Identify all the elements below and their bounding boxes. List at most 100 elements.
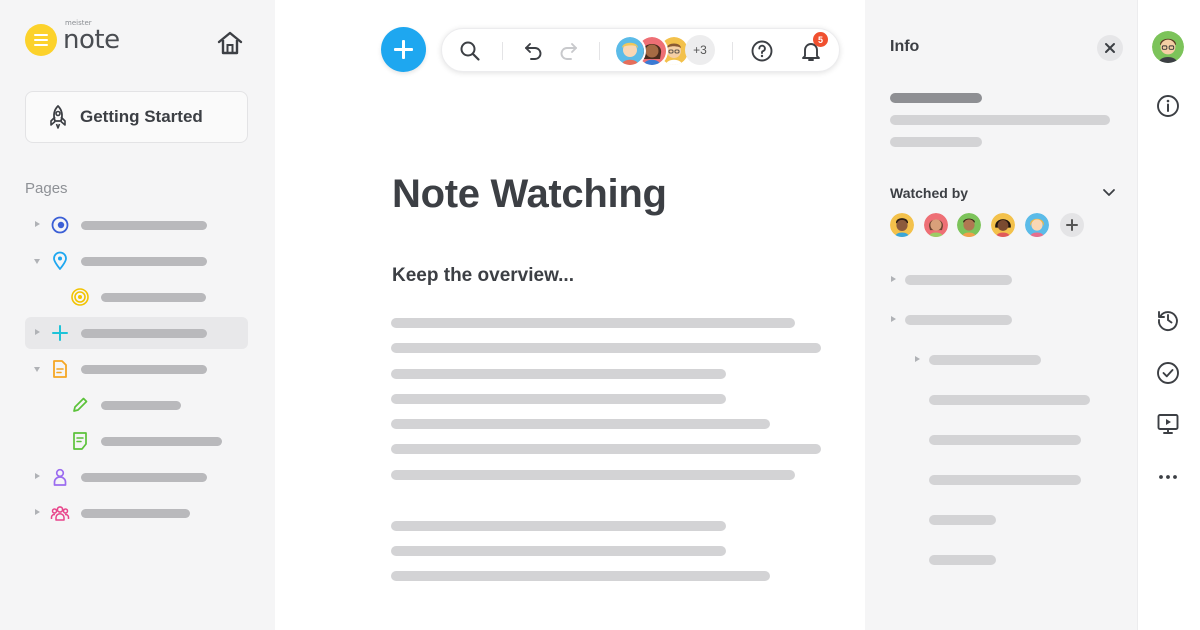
info-item-placeholder: [905, 275, 1012, 285]
chevron-down-icon[interactable]: [1101, 186, 1117, 198]
eye-icon: [51, 216, 69, 234]
info-icon[interactable]: [1155, 93, 1181, 119]
pages-heading: Pages: [25, 180, 68, 197]
add-button[interactable]: [381, 27, 426, 72]
main-content: [275, 0, 865, 630]
page-tree-item[interactable]: [25, 353, 248, 385]
page-title-placeholder: [101, 293, 206, 302]
watcher-avatar[interactable]: [924, 213, 948, 237]
person-icon: [53, 468, 67, 486]
page-title-placeholder: [101, 401, 181, 410]
text-line-placeholder: [391, 343, 821, 353]
page-title-placeholder: [81, 257, 207, 266]
page-tree-item[interactable]: [25, 497, 248, 529]
logo-wordmark: meister note: [63, 20, 120, 55]
page-tree-item[interactable]: [25, 389, 248, 421]
expand-arrow-icon[interactable]: [35, 221, 40, 227]
info-item-placeholder: [905, 315, 1012, 325]
close-icon: [1105, 43, 1115, 53]
text-line-placeholder: [391, 521, 726, 531]
getting-started-button[interactable]: Getting Started: [25, 91, 248, 143]
info-panel-title: Info: [890, 38, 920, 55]
text-line-placeholder: [391, 394, 726, 404]
info-item-placeholder: [929, 435, 1081, 445]
watcher-avatar[interactable]: [890, 213, 914, 237]
info-item-placeholder: [929, 515, 996, 525]
page-tree-item[interactable]: [25, 245, 248, 277]
toolbar-divider: [732, 42, 733, 60]
page-tree-item[interactable]: [25, 425, 248, 457]
info-item-placeholder: [929, 555, 996, 565]
watched-by-heading: Watched by: [890, 185, 969, 201]
rocket-icon: [50, 105, 66, 129]
expand-arrow-icon[interactable]: [915, 356, 920, 362]
logo-small-text: meister: [65, 19, 92, 27]
info-item-placeholder: [929, 475, 1081, 485]
page-tree-item[interactable]: [25, 461, 248, 493]
expand-arrow-icon[interactable]: [891, 316, 896, 322]
more-collaborators-button[interactable]: +3: [685, 35, 715, 65]
sidebar: meister note Getting Started Pages: [0, 0, 275, 630]
target-icon: [71, 288, 89, 306]
group-icon: [50, 506, 70, 521]
page-tree-item[interactable]: [25, 209, 248, 241]
collaborator-avatar[interactable]: [614, 35, 646, 67]
info-text-placeholder: [890, 115, 1110, 125]
collapse-arrow-icon[interactable]: [34, 259, 40, 264]
watcher-avatar[interactable]: [1025, 213, 1049, 237]
info-text-placeholder: [890, 137, 982, 147]
expand-arrow-icon[interactable]: [891, 276, 896, 282]
page-title-placeholder: [101, 437, 222, 446]
plus-icon: [52, 325, 68, 341]
text-line-placeholder: [391, 444, 821, 454]
document-subtitle[interactable]: Keep the overview...: [392, 265, 574, 287]
collapse-arrow-icon[interactable]: [34, 367, 40, 372]
expand-arrow-icon[interactable]: [35, 473, 40, 479]
text-line-placeholder: [391, 369, 726, 379]
document-icon: [53, 360, 67, 378]
document-title[interactable]: Note Watching: [392, 172, 667, 217]
text-line-placeholder: [391, 571, 770, 581]
watcher-avatar[interactable]: [991, 213, 1015, 237]
presentation-icon[interactable]: [1155, 411, 1181, 437]
close-button[interactable]: [1097, 35, 1123, 61]
add-watcher-button[interactable]: [1060, 213, 1084, 237]
toolbar-divider: [502, 42, 503, 60]
info-heading-placeholder: [890, 93, 982, 103]
pencil-icon: [73, 397, 88, 412]
watcher-avatar[interactable]: [957, 213, 981, 237]
text-line-placeholder: [391, 318, 795, 328]
app-logo[interactable]: meister note: [25, 20, 120, 56]
note-icon: [73, 432, 87, 450]
location-pin-icon: [53, 251, 67, 270]
home-icon[interactable]: [216, 30, 244, 56]
redo-icon[interactable]: [556, 39, 580, 63]
page-title-placeholder: [81, 221, 207, 230]
page-title-placeholder: [81, 365, 207, 374]
history-icon[interactable]: [1155, 307, 1181, 333]
info-item-placeholder: [929, 395, 1090, 405]
check-circle-icon[interactable]: [1155, 360, 1181, 386]
text-line-placeholder: [391, 546, 726, 556]
page-title-placeholder: [81, 329, 207, 338]
help-icon[interactable]: [750, 39, 774, 63]
toolbar: +3 5: [441, 28, 840, 72]
page-tree-item[interactable]: [25, 281, 248, 313]
expand-arrow-icon[interactable]: [35, 329, 40, 335]
search-icon[interactable]: [458, 39, 482, 63]
text-line-placeholder: [391, 419, 770, 429]
info-item-placeholder: [929, 355, 1041, 365]
toolbar-divider: [599, 42, 600, 60]
logo-icon: [25, 24, 57, 56]
user-avatar[interactable]: [1152, 31, 1184, 63]
text-line-placeholder: [391, 470, 795, 480]
getting-started-label: Getting Started: [80, 107, 203, 126]
more-icon[interactable]: [1155, 464, 1181, 490]
undo-icon[interactable]: [522, 39, 546, 63]
page-tree-item-selected[interactable]: [25, 317, 248, 349]
logo-name: note: [63, 25, 120, 55]
page-title-placeholder: [81, 473, 207, 482]
page-title-placeholder: [81, 509, 190, 518]
notification-badge: 5: [813, 32, 828, 47]
expand-arrow-icon[interactable]: [35, 509, 40, 515]
